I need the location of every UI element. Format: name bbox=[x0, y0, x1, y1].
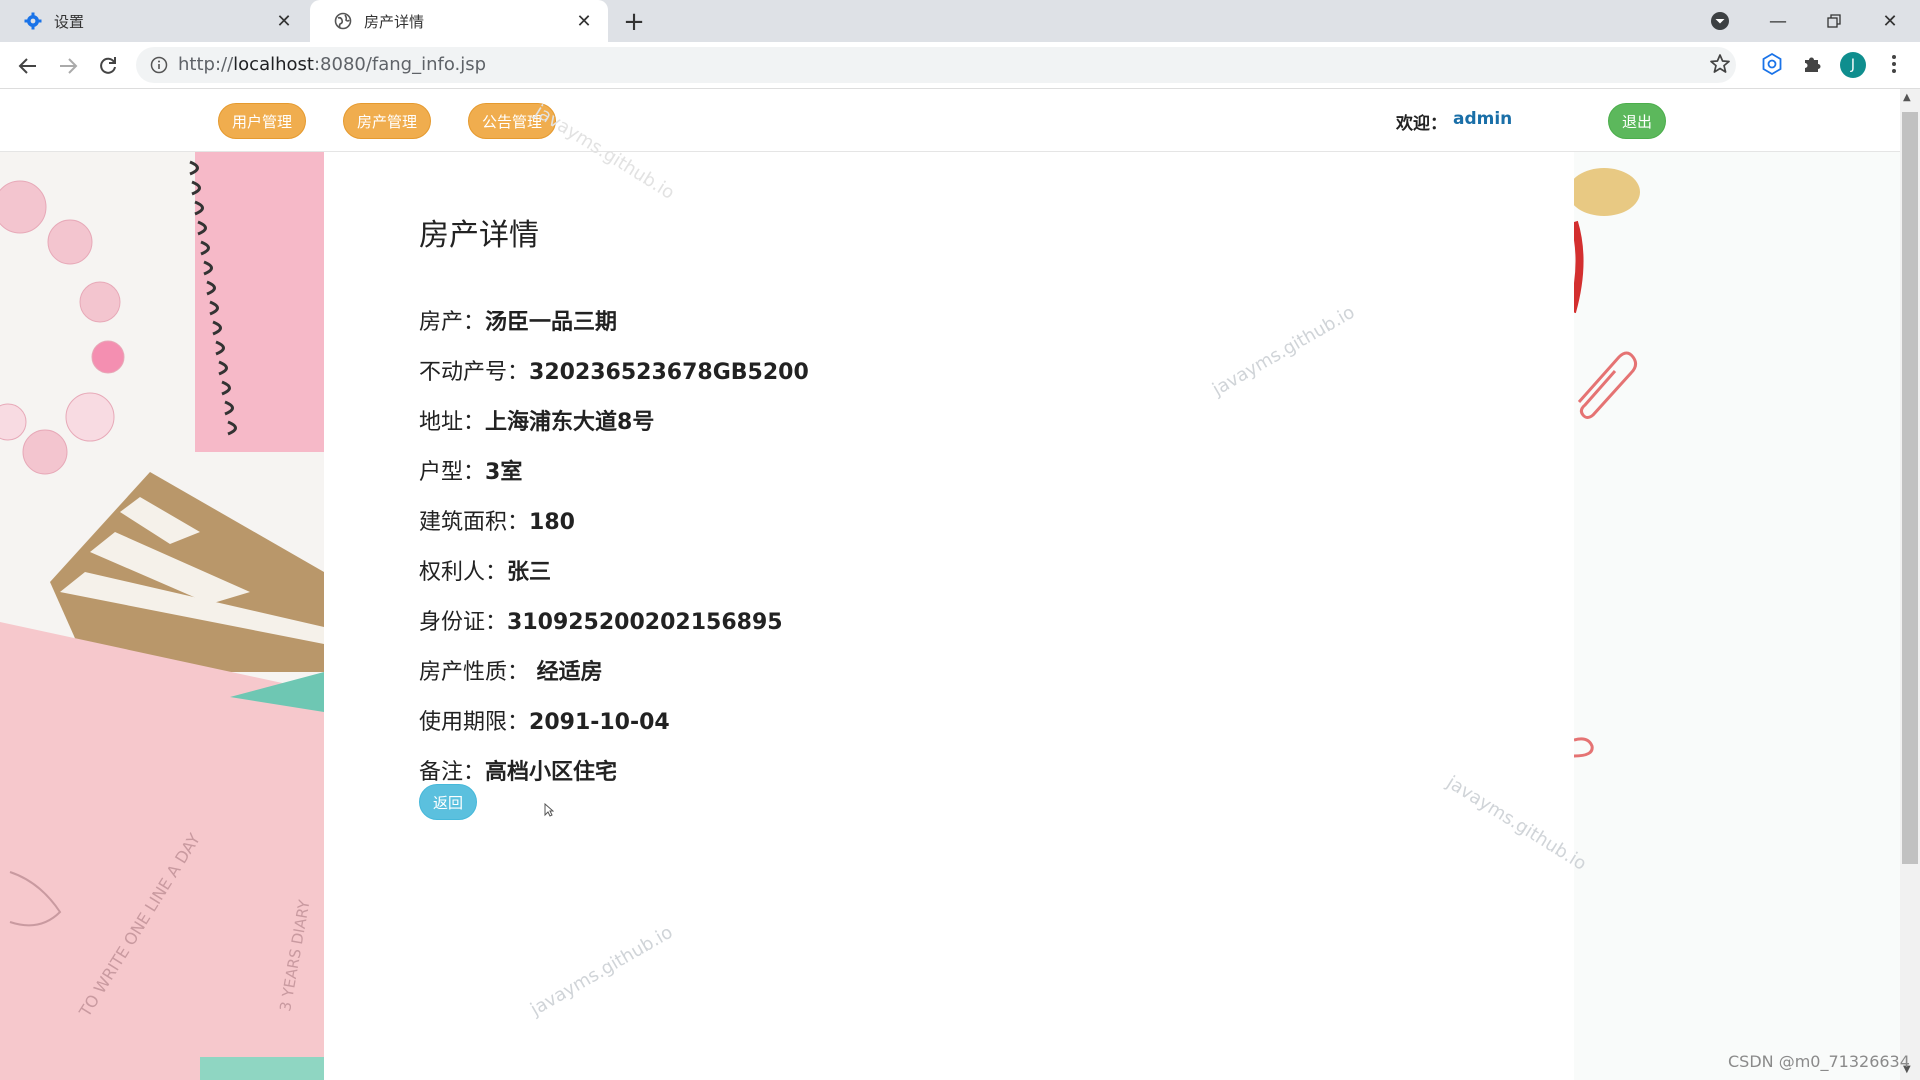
top-navbar: 用户管理 房产管理 公告管理 欢迎： admin 退出 bbox=[0, 89, 1900, 152]
scroll-up-arrow-icon[interactable]: ▲ bbox=[1903, 92, 1911, 103]
field-address: 地址： 上海浦东大道8号 bbox=[419, 404, 654, 436]
background-photo-left: TO WRITE ONE LINE A DAY 3 YEARS DIARY bbox=[0, 152, 324, 1080]
field-value: 上海浦东大道8号 bbox=[485, 410, 655, 435]
field-label: 使用期限： bbox=[419, 710, 530, 735]
field-label: 不动产号： bbox=[419, 360, 530, 385]
field-label: 地址： bbox=[419, 410, 486, 435]
field-value: 3室 bbox=[485, 460, 523, 485]
field-value: 2091-10-04 bbox=[529, 710, 670, 735]
nav-user-management-button[interactable]: 用户管理 bbox=[218, 103, 306, 139]
puzzle-icon[interactable] bbox=[1800, 52, 1824, 76]
watermark: javayms.github.io bbox=[527, 921, 677, 1021]
field-label: 身份证： bbox=[419, 610, 508, 635]
back-button[interactable]: 返回 bbox=[419, 784, 477, 820]
tab-title: 房产详情 bbox=[364, 12, 425, 31]
tab-search-icon[interactable] bbox=[1708, 9, 1732, 33]
profile-avatar[interactable]: J bbox=[1840, 52, 1866, 78]
url-text[interactable]: http://localhost:8080/fang_info.jsp bbox=[178, 54, 486, 76]
field-area: 建筑面积： 180 bbox=[419, 504, 575, 536]
field-property-nature: 房产性质： 经适房 bbox=[419, 654, 603, 686]
restore-icon[interactable] bbox=[1806, 0, 1862, 42]
field-remark: 备注： 高档小区住宅 bbox=[419, 754, 617, 786]
window-close-icon[interactable]: ✕ bbox=[1862, 0, 1918, 42]
field-property: 房产： 汤臣一品三期 bbox=[419, 304, 617, 336]
close-icon[interactable]: ✕ bbox=[272, 9, 296, 33]
nav-property-management-button[interactable]: 房产管理 bbox=[343, 103, 431, 139]
web-page: TO WRITE ONE LINE A DAY 3 YEARS DIARY 用户… bbox=[0, 89, 1900, 1080]
new-tab-button[interactable]: + bbox=[620, 7, 648, 37]
field-label: 房产性质： bbox=[419, 660, 530, 685]
logout-button[interactable]: 退出 bbox=[1608, 103, 1666, 139]
welcome-text: 欢迎： admin bbox=[1396, 109, 1512, 134]
field-value: 高档小区住宅 bbox=[485, 760, 618, 785]
tab-title: 设置 bbox=[54, 12, 85, 31]
field-value: 320236523678GB5200 bbox=[529, 360, 809, 385]
field-id-card: 身份证： 310925200202156895 bbox=[419, 604, 783, 636]
field-usage-term: 使用期限： 2091-10-04 bbox=[419, 704, 670, 736]
field-value: 经适房 bbox=[529, 660, 603, 685]
close-icon[interactable]: ✕ bbox=[572, 9, 596, 33]
tab-settings[interactable]: 设置 ✕ bbox=[0, 0, 308, 42]
field-value: 310925200202156895 bbox=[507, 610, 783, 635]
field-label: 建筑面积： bbox=[419, 510, 530, 535]
field-owner: 权利人： 张三 bbox=[419, 554, 551, 586]
field-value: 张三 bbox=[507, 560, 552, 585]
field-label: 权利人： bbox=[419, 560, 508, 585]
bookmark-star-icon[interactable] bbox=[1708, 52, 1732, 76]
background-photo-right bbox=[1574, 152, 1900, 1080]
field-value: 180 bbox=[529, 510, 575, 535]
tab-house-detail[interactable]: 房产详情 ✕ bbox=[310, 0, 608, 42]
field-value: 汤臣一品三期 bbox=[485, 310, 618, 335]
gear-icon bbox=[24, 12, 42, 30]
field-label: 备注： bbox=[419, 760, 486, 785]
extension-hexagon-icon[interactable] bbox=[1760, 52, 1784, 76]
field-property-number: 不动产号： 320236523678GB5200 bbox=[419, 354, 809, 386]
watermark: javayms.github.io bbox=[1442, 772, 1591, 875]
footer-credit: CSDN @m0_71326634 bbox=[1728, 1052, 1910, 1071]
detail-panel: 房产详情 房产： 汤臣一品三期 不动产号： 320236523678GB5200 地… bbox=[324, 152, 1590, 1080]
info-icon[interactable] bbox=[150, 56, 168, 74]
field-label: 房产： bbox=[419, 310, 486, 335]
globe-icon bbox=[334, 12, 352, 30]
watermark: javayms.github.io bbox=[1209, 301, 1359, 401]
reload-icon[interactable] bbox=[92, 50, 124, 82]
field-label: 户型： bbox=[419, 460, 486, 485]
welcome-label: 欢迎： bbox=[1396, 114, 1447, 134]
field-layout: 户型： 3室 bbox=[419, 454, 522, 486]
back-arrow-icon[interactable] bbox=[12, 50, 44, 82]
username: admin bbox=[1453, 109, 1513, 129]
minimize-icon[interactable]: — bbox=[1750, 0, 1806, 42]
mouse-cursor-icon bbox=[544, 802, 555, 821]
scrollbar-thumb[interactable] bbox=[1902, 112, 1918, 864]
forward-arrow-icon[interactable] bbox=[52, 50, 84, 82]
page-title: 房产详情 bbox=[419, 218, 539, 253]
more-menu-icon[interactable] bbox=[1882, 52, 1906, 76]
